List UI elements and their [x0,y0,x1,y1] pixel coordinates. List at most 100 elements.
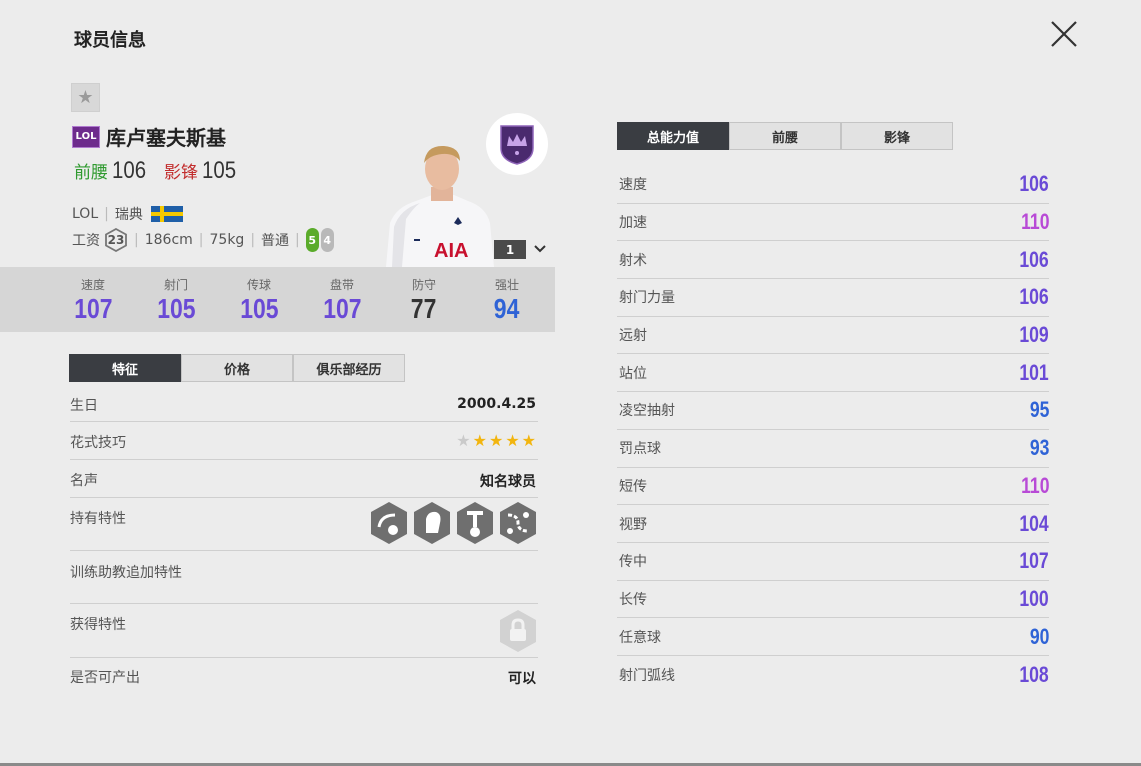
salary-value: 23 [107,233,125,247]
long-shot-taker-trait-icon[interactable] [455,501,495,545]
summary-stats-band: 速度 107 射门 105 传球 105 盘带 107 防守 77 强壮 94 [0,267,555,332]
star-icon: ★ [505,431,520,450]
attribute-name: 长传 [619,591,647,608]
stat-value: 77 [411,293,437,324]
stat-value: 105 [156,293,196,324]
info-label: 获得特性 [70,617,126,633]
star-icon: ★ [488,431,504,450]
body-type: 普通 [261,233,290,249]
stat-label: 盘带 [329,278,354,292]
attribute-name: 罚点球 [619,441,661,458]
attribute-value: 106 [1019,171,1049,197]
attribute-name: 加速 [619,215,647,232]
star-icon: ★ [521,431,536,450]
attribute-row: 远射 109 [617,317,1049,355]
favorite-star-button[interactable]: ★ [71,83,100,112]
divider: | [104,206,109,222]
attribute-value: 90 [1029,623,1049,649]
tab-price[interactable]: 价格 [181,354,293,382]
position-rating: 105 [202,157,237,184]
info-label: 生日 [70,398,98,414]
attribute-value: 108 [1019,661,1049,687]
attribute-value: 109 [1019,322,1049,348]
attribute-row: 加速 110 [617,204,1049,242]
tab-position-cam[interactable]: 前腰 [729,122,841,150]
sweden-flag-icon [150,206,183,222]
left-foot-icon: 5 [305,228,319,252]
attribute-row: 速度 106 [617,166,1049,204]
attribute-row: 视野 104 [617,505,1049,543]
info-row: 训练助教追加特性 [70,551,538,604]
club-badge [486,113,548,175]
page-title: 球员信息 [74,30,146,51]
fame-value: 知名球员 [480,474,536,490]
info-label: 训练助教追加特性 [70,565,182,581]
summary-stat: 射门 105 [146,276,206,325]
stat-value: 94 [494,293,520,324]
summary-stat: 防守 77 [394,276,454,325]
stat-value: 107 [322,293,362,324]
salary-badge: 23 [104,228,128,252]
attribute-row: 射术 106 [617,241,1049,280]
star-icon: ★ [456,431,471,450]
attribute-name: 站位 [619,365,647,382]
stat-label: 传球 [246,278,271,292]
divider: | [198,232,204,248]
attribute-row: 传中 107 [617,543,1049,581]
position-ratings: 前腰 106 影锋 105 [74,157,254,185]
close-icon[interactable] [1046,16,1082,52]
stat-value: 107 [73,293,113,324]
attribute-row: 短传 110 [617,468,1049,506]
player-detail-tabs: 特征 价格 俱乐部经历 [69,354,405,382]
stat-label: 防守 [411,278,436,292]
info-label: 花式技巧 [70,435,126,451]
tab-club-history[interactable]: 俱乐部经历 [293,354,405,382]
divider: | [295,232,300,248]
weight: 75kg [209,232,245,248]
star-icon: ★ [77,87,94,108]
outside-curl-trait-icon[interactable] [369,501,409,545]
tab-overall-ability[interactable]: 总能力值 [617,122,729,150]
player-portrait: AIA [386,145,494,267]
shirt-sponsor: AIA [434,240,468,262]
chevron-down-icon[interactable] [532,241,548,257]
divider: | [134,232,139,248]
summary-stat: 传球 105 [229,276,289,325]
season-code: LOL [72,206,99,222]
player-name-row: LOL 库卢塞夫斯基 [72,122,226,151]
info-row: 是否可产出 可以 [70,658,538,696]
right-foot-icon: 4 [320,228,334,252]
speed-dribbler-trait-icon[interactable] [412,501,452,545]
info-label: 名声 [70,473,98,489]
producible-value: 可以 [508,671,536,687]
attribute-value: 104 [1019,510,1049,536]
attribute-name: 射门弧线 [619,667,675,684]
playmaker-trait-icon[interactable] [498,501,538,545]
divider: | [250,232,256,248]
player-name: 库卢塞夫斯基 [106,126,226,150]
attribute-name: 传中 [619,554,647,571]
attribute-list: 速度 106 加速 110 射术 106 射门力量 106 远射 109 站位 101 凌空… [617,166,1049,694]
attribute-row: 任意球 90 [617,618,1049,656]
attribute-name: 射术 [619,252,647,269]
tab-position-cf[interactable]: 影锋 [841,122,953,150]
attribute-row: 长传 100 [617,581,1049,619]
star-icon: ★ [472,431,487,450]
attribute-name: 短传 [619,478,647,495]
stat-label: 强壮 [494,278,519,292]
player-origin: LOL | 瑞典 [72,204,183,224]
enhance-level-badge[interactable]: 1 [494,240,526,259]
birthday-value: 2000.4.25 [457,396,536,412]
attribute-value: 107 [1019,548,1049,574]
summary-stat: 速度 107 [63,276,123,325]
tab-traits[interactable]: 特征 [69,354,181,382]
ability-tabs: 总能力值 前腰 影锋 [617,122,953,150]
attribute-value: 110 [1020,472,1049,498]
attribute-value: 93 [1029,435,1049,461]
info-row: 生日 2000.4.25 [70,384,538,422]
attribute-row: 凌空抽射 95 [617,392,1049,430]
trait-icons [366,501,538,545]
info-row: 获得特性 [70,604,538,658]
attribute-name: 射门力量 [619,290,675,307]
position-rating: 106 [112,157,147,184]
